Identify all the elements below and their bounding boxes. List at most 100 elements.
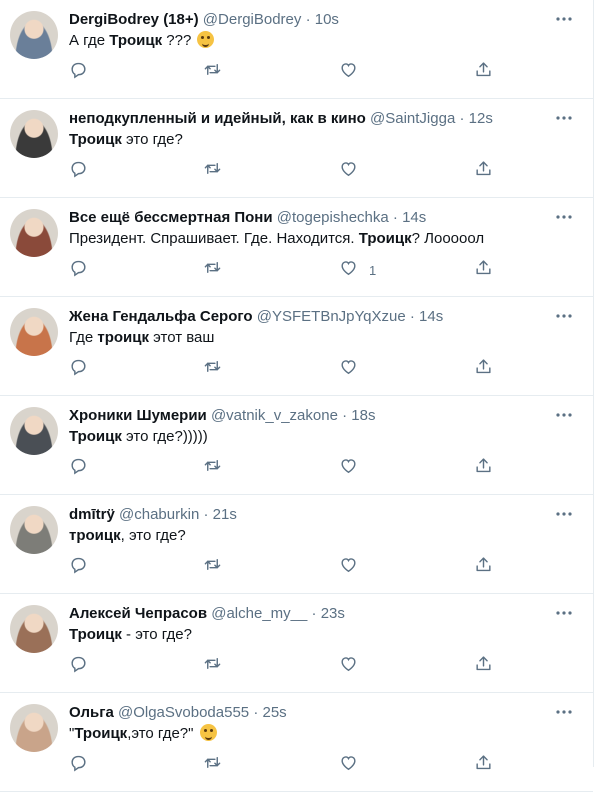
- like-button[interactable]: [339, 556, 369, 578]
- tweet[interactable]: неподкупленный и идейный, как в кино @Sa…: [0, 99, 593, 198]
- reply-button[interactable]: [69, 358, 88, 380]
- like-button[interactable]: [339, 160, 369, 182]
- reply-icon: [69, 555, 88, 579]
- text-part: это где?: [121, 131, 183, 148]
- more-icon[interactable]: [555, 208, 573, 226]
- retweet-button[interactable]: [203, 655, 222, 677]
- retweet-button[interactable]: [203, 556, 222, 578]
- avatar[interactable]: [10, 605, 58, 653]
- like-button[interactable]: [339, 358, 369, 380]
- like-button[interactable]: [339, 61, 369, 83]
- reply-icon: [69, 60, 88, 84]
- user-handle[interactable]: @togepishechka: [277, 209, 389, 226]
- highlighted-term: троицк: [97, 329, 150, 346]
- user-handle[interactable]: @DergiBodrey: [203, 11, 302, 28]
- reply-button[interactable]: [69, 160, 88, 182]
- display-name[interactable]: Алексей Чепрасов: [69, 605, 207, 622]
- like-button[interactable]: [339, 457, 369, 479]
- more-icon[interactable]: [555, 109, 573, 127]
- tweet[interactable]: Алексей Чепрасов @alche_my__ · 23s Троиц…: [0, 594, 593, 693]
- retweet-button[interactable]: [203, 754, 222, 776]
- reply-button[interactable]: [69, 259, 88, 281]
- avatar[interactable]: [10, 704, 58, 752]
- retweet-icon: [203, 258, 222, 282]
- avatar[interactable]: [10, 110, 58, 158]
- retweet-button[interactable]: [203, 160, 222, 182]
- user-handle[interactable]: @vatnik_v_zakone: [211, 407, 338, 424]
- user-handle[interactable]: @alche_my__: [211, 605, 307, 622]
- display-name[interactable]: Хроники Шумерии: [69, 407, 207, 424]
- like-button[interactable]: 1: [339, 259, 376, 281]
- timestamp[interactable]: 14s: [402, 209, 426, 226]
- share-button[interactable]: [474, 556, 493, 578]
- more-icon[interactable]: [555, 10, 573, 28]
- avatar[interactable]: [10, 407, 58, 455]
- share-icon: [474, 60, 493, 84]
- share-icon: [474, 357, 493, 381]
- share-icon: [474, 753, 493, 777]
- more-icon[interactable]: [555, 307, 573, 325]
- avatar[interactable]: [10, 308, 58, 356]
- user-handle[interactable]: @OlgaSvoboda555: [118, 704, 249, 721]
- display-name[interactable]: dmītrÿ: [69, 506, 115, 523]
- text-part: Где: [69, 329, 98, 346]
- retweet-button[interactable]: [203, 259, 222, 281]
- like-button[interactable]: [339, 754, 369, 776]
- timestamp[interactable]: 12s: [469, 110, 493, 127]
- timestamp[interactable]: 25s: [262, 704, 286, 721]
- display-name[interactable]: Жена Гендальфа Серого: [69, 308, 253, 325]
- display-name[interactable]: Ольга: [69, 704, 114, 721]
- text-part: ,это где?": [127, 725, 194, 742]
- tweet[interactable]: Хроники Шумерии @vatnik_v_zakone · 18s Т…: [0, 396, 593, 495]
- reply-button[interactable]: [69, 754, 88, 776]
- tweet[interactable]: Ольга @OlgaSvoboda555 · 25s "Троицк,это …: [0, 693, 593, 792]
- reply-button[interactable]: [69, 655, 88, 677]
- reply-button[interactable]: [69, 556, 88, 578]
- more-icon[interactable]: [555, 604, 573, 622]
- timestamp[interactable]: 14s: [419, 308, 443, 325]
- timestamp[interactable]: 18s: [351, 407, 375, 424]
- timestamp[interactable]: 10s: [315, 11, 339, 28]
- user-handle[interactable]: @YSFETBnJpYqXzue: [257, 308, 406, 325]
- retweet-button[interactable]: [203, 457, 222, 479]
- timestamp[interactable]: 23s: [321, 605, 345, 622]
- avatar[interactable]: [10, 11, 58, 59]
- timestamp[interactable]: 21s: [213, 506, 237, 523]
- retweet-icon: [203, 159, 222, 183]
- share-button[interactable]: [474, 358, 493, 380]
- share-button[interactable]: [474, 61, 493, 83]
- display-name[interactable]: DergiBodrey (18+): [69, 11, 199, 28]
- display-name[interactable]: неподкупленный и идейный, как в кино: [69, 110, 366, 127]
- retweet-button[interactable]: [203, 358, 222, 380]
- like-button[interactable]: [339, 655, 369, 677]
- reply-button[interactable]: [69, 61, 88, 83]
- share-button[interactable]: [474, 259, 493, 281]
- reply-icon: [69, 456, 88, 480]
- more-icon[interactable]: [555, 505, 573, 523]
- more-icon[interactable]: [555, 406, 573, 424]
- share-button[interactable]: [474, 457, 493, 479]
- share-button[interactable]: [474, 655, 493, 677]
- more-icon[interactable]: [555, 703, 573, 721]
- retweet-button[interactable]: [203, 61, 222, 83]
- avatar[interactable]: [10, 209, 58, 257]
- share-icon: [474, 555, 493, 579]
- user-handle[interactable]: @SaintJigga: [370, 110, 455, 127]
- display-name[interactable]: Все ещё бессмертная Пони: [69, 209, 273, 226]
- reply-button[interactable]: [69, 457, 88, 479]
- retweet-icon: [203, 753, 222, 777]
- tweet-header: Алексей Чепрасов @alche_my__ · 23s: [69, 605, 553, 623]
- share-button[interactable]: [474, 754, 493, 776]
- tweet[interactable]: dmītrÿ @chaburkin · 21s троицк, это где?: [0, 495, 593, 594]
- avatar[interactable]: [10, 506, 58, 554]
- like-icon: [339, 357, 358, 381]
- tweet[interactable]: DergiBodrey (18+) @DergiBodrey · 10s А г…: [0, 0, 593, 99]
- share-button[interactable]: [474, 160, 493, 182]
- reply-icon: [69, 357, 88, 381]
- separator-dot: ·: [392, 209, 398, 226]
- separator-dot: ·: [342, 407, 348, 424]
- user-handle[interactable]: @chaburkin: [119, 506, 199, 523]
- tweet[interactable]: Жена Гендальфа Серого @YSFETBnJpYqXzue ·…: [0, 297, 593, 396]
- tweet[interactable]: Все ещё бессмертная Пони @togepishechka …: [0, 198, 593, 297]
- text-part: этот ваш: [149, 329, 215, 346]
